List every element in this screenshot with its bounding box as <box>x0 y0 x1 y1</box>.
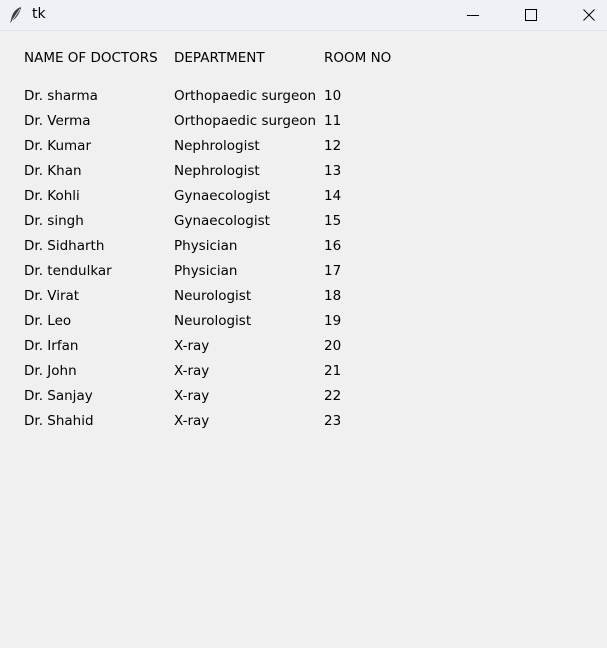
cell-name: Dr. Sanjay <box>24 388 93 404</box>
cell-name: Dr. Verma <box>24 113 91 129</box>
cell-name: Dr. Irfan <box>24 338 79 354</box>
cell-room: 13 <box>324 163 342 179</box>
title-bar: tk <box>0 0 607 31</box>
minimize-icon <box>467 15 479 16</box>
close-icon <box>583 9 595 21</box>
cell-name: Dr. Kumar <box>24 138 91 154</box>
cell-name: Dr. sharma <box>24 88 98 104</box>
cell-department: X-ray <box>174 338 210 354</box>
cell-name: Dr. singh <box>24 213 84 229</box>
doctor-table: NAME OF DOCTORS DEPARTMENT ROOM NO Dr. shar… <box>24 49 424 437</box>
cell-department: Physician <box>174 263 238 279</box>
cell-name: Dr. Leo <box>24 313 72 329</box>
minimize-button[interactable] <box>450 0 496 30</box>
cell-department: Neurologist <box>174 288 252 304</box>
window-content: NAME OF DOCTORS DEPARTMENT ROOM NO Dr. shar… <box>0 31 607 648</box>
cell-name: Dr. Sidharth <box>24 238 105 254</box>
cell-name: Dr. Khan <box>24 163 82 179</box>
header-department: DEPARTMENT <box>174 50 265 66</box>
cell-department: Neurologist <box>174 313 252 329</box>
cell-room: 16 <box>324 238 342 254</box>
cell-department: Physician <box>174 238 238 254</box>
header-room: ROOM NO <box>324 50 392 66</box>
window-title: tk <box>32 6 46 22</box>
cell-room: 21 <box>324 363 342 379</box>
maximize-icon <box>525 9 537 21</box>
cell-room: 18 <box>324 288 342 304</box>
cell-department: Nephrologist <box>174 163 260 179</box>
tk-feather-icon <box>9 6 23 24</box>
cell-name: Dr. Virat <box>24 288 80 304</box>
cell-room: 10 <box>324 88 342 104</box>
cell-room: 17 <box>324 263 342 279</box>
cell-department: Gynaecologist <box>174 213 270 229</box>
maximize-button[interactable] <box>508 0 554 30</box>
cell-department: X-ray <box>174 388 210 404</box>
cell-name: Dr. Kohli <box>24 188 80 204</box>
cell-room: 14 <box>324 188 342 204</box>
cell-name: Dr. John <box>24 363 77 379</box>
cell-room: 15 <box>324 213 342 229</box>
cell-name: Dr. tendulkar <box>24 263 112 279</box>
close-button[interactable] <box>566 0 607 30</box>
cell-room: 20 <box>324 338 342 354</box>
cell-department: Gynaecologist <box>174 188 270 204</box>
cell-room: 11 <box>324 113 342 129</box>
cell-department: X-ray <box>174 363 210 379</box>
cell-department: X-ray <box>174 413 210 429</box>
cell-room: 12 <box>324 138 342 154</box>
cell-department: Orthopaedic surgeon <box>174 113 317 129</box>
cell-department: Nephrologist <box>174 138 260 154</box>
cell-department: Orthopaedic surgeon <box>174 88 317 104</box>
cell-room: 23 <box>324 413 342 429</box>
cell-room: 19 <box>324 313 342 329</box>
header-name: NAME OF DOCTORS <box>24 50 158 66</box>
cell-name: Dr. Shahid <box>24 413 94 429</box>
cell-room: 22 <box>324 388 342 404</box>
